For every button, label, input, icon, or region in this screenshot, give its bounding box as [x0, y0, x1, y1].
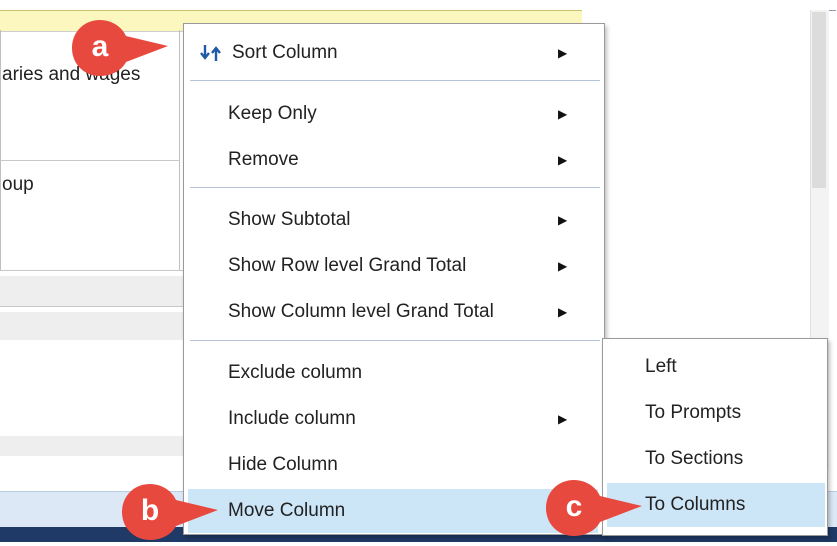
- row-divider: [0, 160, 180, 161]
- submenu-arrow-icon: ▶: [558, 107, 568, 121]
- row-divider: [0, 306, 186, 307]
- menu-separator: [190, 80, 600, 81]
- menu-item-label: Hide Column: [228, 454, 338, 475]
- submenu-item-left[interactable]: Left: [607, 345, 825, 389]
- menu-item-label: Exclude column: [228, 362, 363, 383]
- menu-item-show-row-grand-total[interactable]: Show Row level Grand Total ▶: [188, 244, 598, 288]
- cell-group: oup: [2, 174, 34, 195]
- menu-item-keep-only[interactable]: Keep Only ▶: [188, 92, 598, 136]
- callout-c: c: [544, 478, 642, 538]
- menu-item-label: Sort Column: [232, 42, 338, 63]
- submenu-arrow-icon: ▶: [558, 213, 568, 227]
- menu-item-show-subtotal[interactable]: Show Subtotal ▶: [188, 198, 598, 242]
- column-context-menu: Sort Column ▶ Keep Only ▶ Remove ▶ Show …: [183, 23, 605, 535]
- menu-item-label: Remove: [228, 149, 299, 170]
- menu-item-exclude-column[interactable]: Exclude column: [188, 351, 598, 395]
- subtotal-row: [0, 276, 186, 306]
- menu-separator: [190, 340, 600, 341]
- submenu-arrow-icon: ▶: [558, 46, 568, 60]
- submenu-arrow-icon: ▶: [558, 259, 568, 273]
- submenu-item-label: To Sections: [645, 448, 744, 469]
- callout-letter: b: [140, 494, 160, 527]
- menu-separator: [190, 187, 600, 188]
- submenu-item-to-sections[interactable]: To Sections: [607, 437, 825, 481]
- menu-item-sort-column[interactable]: Sort Column ▶: [188, 31, 598, 75]
- menu-item-include-column[interactable]: Include column ▶: [188, 397, 598, 441]
- submenu-item-to-prompts[interactable]: To Prompts: [607, 391, 825, 435]
- callout-a: a: [70, 18, 168, 78]
- menu-item-label: Show Subtotal: [228, 209, 351, 230]
- callout-b: b: [120, 482, 218, 542]
- callout-letter: a: [91, 30, 109, 63]
- row-divider: [0, 270, 186, 271]
- total-row: [0, 312, 186, 340]
- menu-item-move-column[interactable]: Move Column: [188, 489, 598, 533]
- callout-letter: c: [565, 490, 583, 523]
- menu-item-label: Keep Only: [228, 103, 317, 124]
- submenu-item-label: Left: [645, 356, 677, 377]
- sort-arrows-icon: [200, 45, 221, 61]
- menu-item-show-column-grand-total[interactable]: Show Column level Grand Total ▶: [188, 290, 598, 334]
- column-divider-left: [0, 30, 1, 270]
- menu-item-label: Include column: [228, 408, 356, 429]
- menu-item-label: Show Row level Grand Total: [228, 255, 467, 276]
- submenu-arrow-icon: ▶: [558, 305, 568, 319]
- menu-item-hide-column[interactable]: Hide Column: [188, 443, 598, 487]
- submenu-arrow-icon: ▶: [558, 153, 568, 167]
- menu-item-remove[interactable]: Remove ▶: [188, 138, 598, 182]
- menu-item-label: Move Column: [228, 500, 346, 521]
- menu-item-label: Show Column level Grand Total: [228, 301, 494, 322]
- scrollbar-thumb[interactable]: [812, 12, 826, 188]
- submenu-item-label: To Prompts: [645, 402, 742, 423]
- submenu-arrow-icon: ▶: [558, 412, 568, 426]
- submenu-item-label: To Columns: [645, 494, 746, 515]
